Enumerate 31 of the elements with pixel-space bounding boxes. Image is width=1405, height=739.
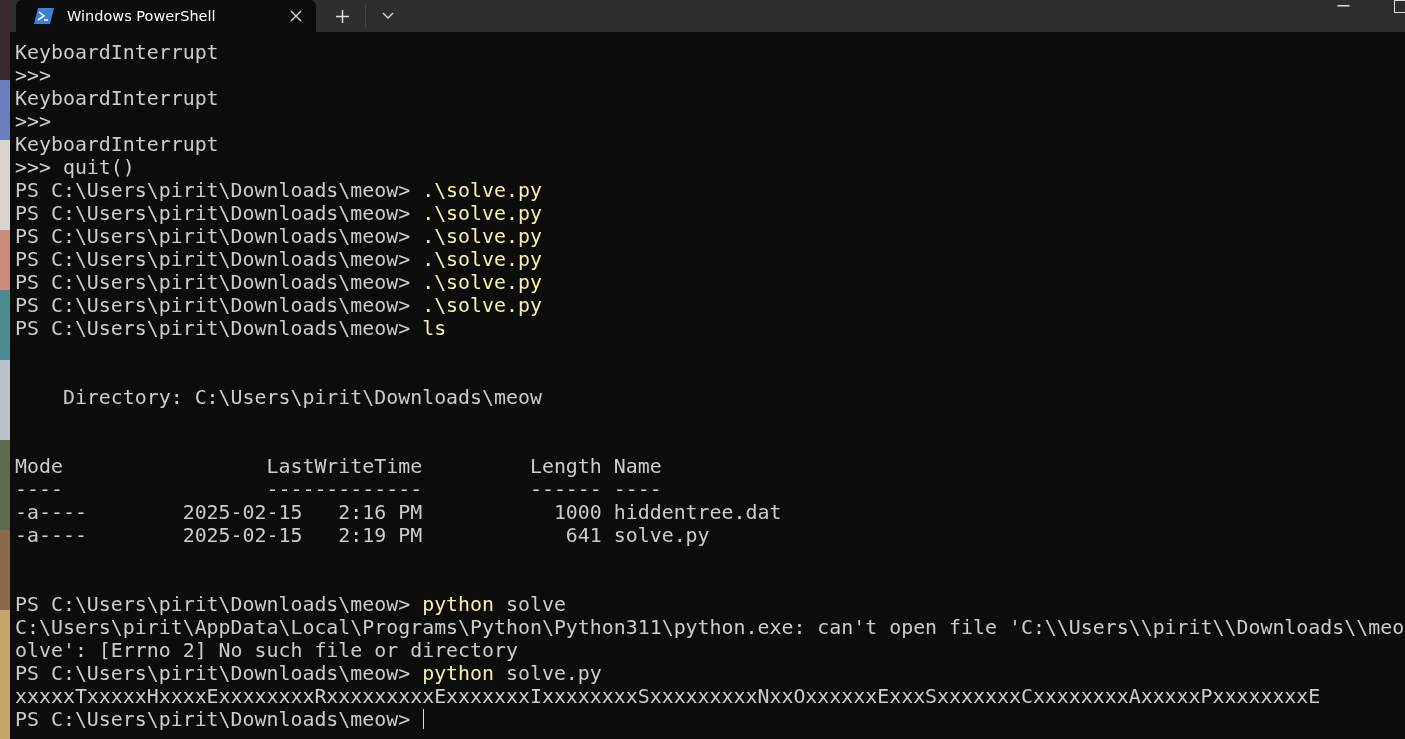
minimize-icon[interactable]	[1337, 5, 1350, 7]
close-icon[interactable]	[290, 10, 302, 22]
terminal-line: PS C:\Users\pirit\Downloads\meow> .\solve.py	[15, 179, 542, 202]
terminal-line: PS C:\Users\pirit\Downloads\meow> .\solve.py	[15, 271, 542, 294]
terminal-line: KeyboardInterrupt	[15, 41, 219, 64]
terminal-line: >>>	[15, 64, 51, 87]
terminal-line: Mode LastWriteTime Length Name	[15, 455, 662, 478]
new-tab-icon[interactable]	[336, 9, 349, 23]
terminal-line: PS C:\Users\pirit\Downloads\meow> .\solve.py	[15, 294, 542, 317]
terminal-line: PS C:\Users\pirit\Downloads\meow> python solve.py	[15, 662, 602, 685]
terminal-line: -a---- 2025-02-15 2:16 PM 1000 hiddentree.dat	[15, 501, 782, 524]
dropdown-icon[interactable]	[382, 12, 394, 20]
terminal-line: Directory: C:\Users\pirit\Downloads\meow	[61, 386, 542, 409]
terminal-line: xxxxxTxxxxxHxxxxExxxxxxxxRxxxxxxxxxExxxxxxxIxxxxxxxxSxxxxxxxxxNxxOxxxxxxExxxSxxxxxxxCxxxxxxxxAxxxxxPxxxxxxxxE	[15, 685, 1321, 708]
terminal-line: KeyboardInterrupt	[15, 87, 219, 110]
terminal-line: PS C:\Users\pirit\Downloads\meow> .\solve.py	[15, 225, 542, 248]
terminal-line: -a---- 2025-02-15 2:19 PM 641 solve.py	[15, 524, 710, 547]
powershell-icon	[34, 8, 54, 24]
terminal-line: PS C:\Users\pirit\Downloads\meow> .\solve.py	[15, 202, 542, 225]
terminal-line: >>> quit()	[15, 156, 135, 179]
terminal-line: PS C:\Users\pirit\Downloads\meow>	[15, 708, 425, 731]
terminal-line: >>>	[15, 110, 51, 133]
terminal-line: ---- ------------- ------ ----	[15, 478, 662, 501]
terminal-line: C:\Users\pirit\AppData\Local\Programs\Python\Python311\python.exe: can't open file 'C:\\Users\\pirit\\Downloads\\meo	[15, 616, 1405, 639]
maximize-icon[interactable]	[1394, 0, 1405, 13]
terminal-line: PS C:\Users\pirit\Downloads\meow> ls	[15, 317, 447, 340]
terminal-line: olve': [Errno 2] No such file or directory	[15, 639, 518, 662]
terminal-line: PS C:\Users\pirit\Downloads\meow> python solve	[15, 593, 566, 616]
terminal-tab[interactable]: Windows PowerShell	[16, 0, 316, 32]
terminal-line: PS C:\Users\pirit\Downloads\meow> .\solve.py	[15, 248, 542, 271]
terminal-line: KeyboardInterrupt	[15, 133, 219, 156]
